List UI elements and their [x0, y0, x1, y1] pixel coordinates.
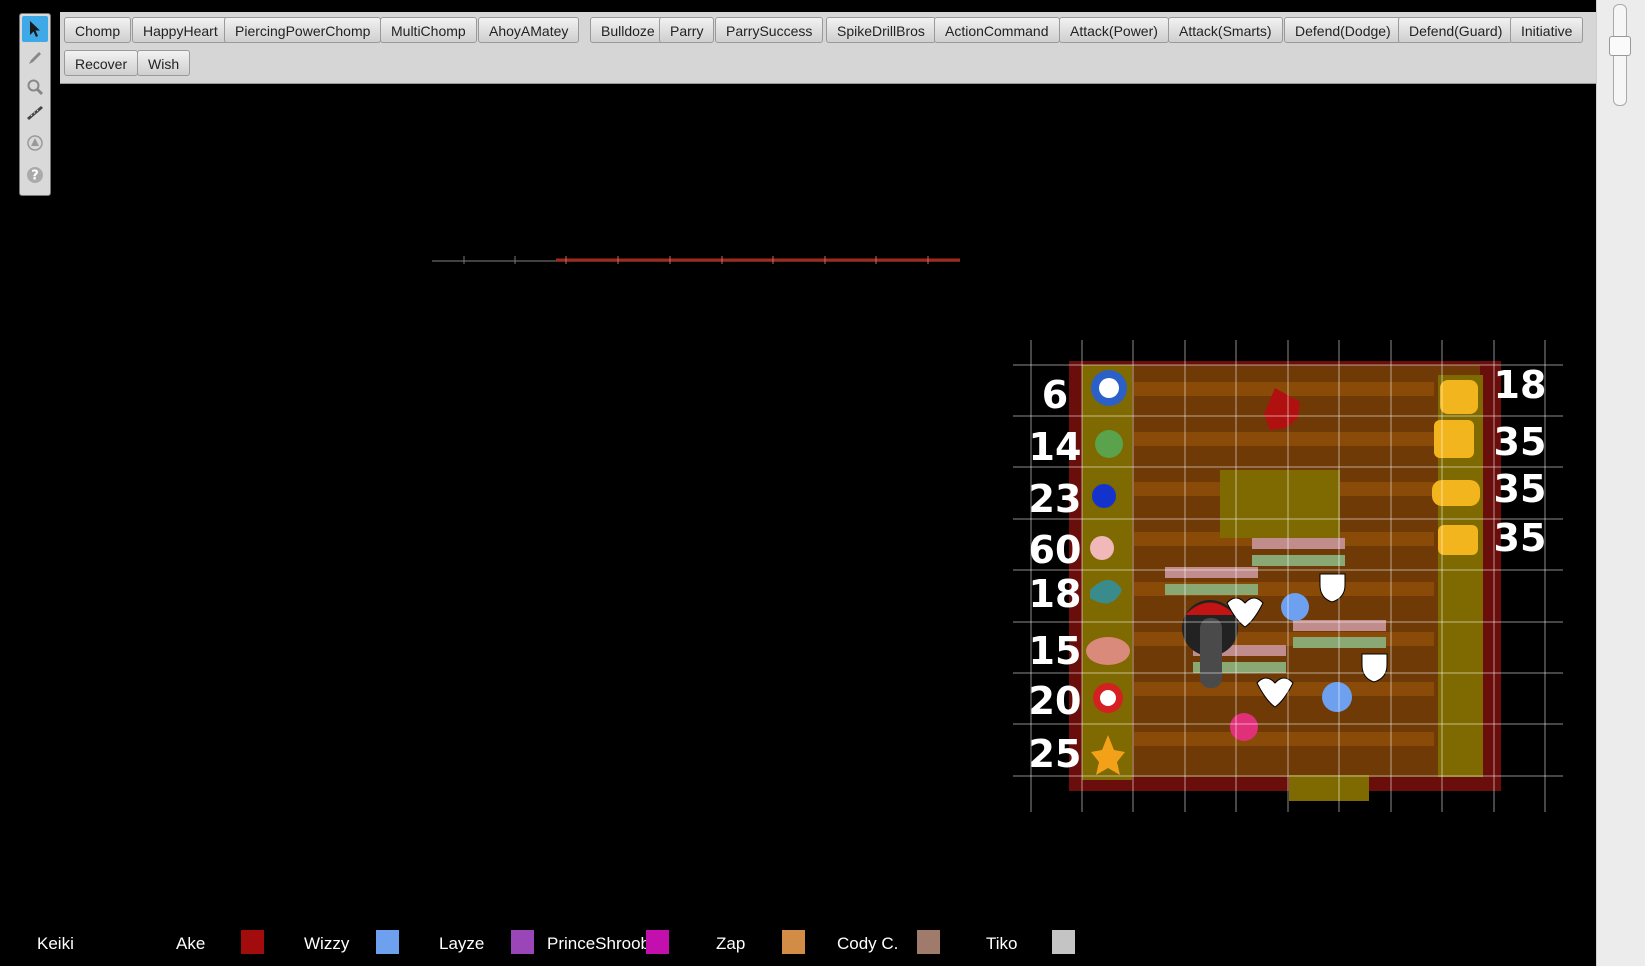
- player-color-swatch: [1052, 930, 1075, 954]
- left-number: 25: [1029, 732, 1082, 776]
- token-worm[interactable]: [1086, 637, 1130, 665]
- player-color-swatch: [376, 930, 399, 954]
- left-number: 6: [1042, 373, 1068, 417]
- measure-line: [432, 256, 960, 264]
- player-name[interactable]: Tiko: [986, 934, 1018, 954]
- center-highlight: [1220, 470, 1340, 538]
- right-number: 35: [1494, 467, 1547, 511]
- player-name[interactable]: Cody C.: [837, 934, 898, 954]
- left-number: 23: [1029, 477, 1082, 521]
- bottom-highlight: [1289, 775, 1369, 801]
- player-color-swatch: [646, 930, 669, 954]
- right-scroll-strip: [1596, 0, 1645, 966]
- left-number: 20: [1029, 679, 1082, 723]
- player-color-swatch: [782, 930, 805, 954]
- battle-map[interactable]: 6 14 23 60 18 15 20 25 18 35 35 35: [1013, 340, 1563, 812]
- left-number-column: 6 14 23 60 18 15 20 25: [1029, 373, 1082, 776]
- player-name[interactable]: Zap: [716, 934, 745, 954]
- left-column-highlight: [1082, 365, 1132, 780]
- token-yellow-glyph-4[interactable]: [1438, 525, 1478, 555]
- left-number: 14: [1029, 425, 1082, 469]
- player-name[interactable]: Layze: [439, 934, 484, 954]
- token-wizard-2[interactable]: [1322, 682, 1352, 712]
- token-pink-toad[interactable]: [1090, 536, 1114, 560]
- zoom-slider-handle[interactable]: [1609, 36, 1631, 56]
- token-yellow-glyph-1[interactable]: [1440, 380, 1478, 414]
- right-number: 35: [1494, 516, 1547, 560]
- right-number-column: 18 35 35 35: [1494, 363, 1547, 560]
- right-number: 35: [1494, 420, 1547, 464]
- token-yellow-glyph-2[interactable]: [1434, 420, 1474, 458]
- token-wizard-1[interactable]: [1281, 593, 1309, 621]
- right-number: 18: [1494, 363, 1547, 407]
- left-number: 60: [1029, 528, 1082, 572]
- token-blue-toad[interactable]: [1092, 484, 1116, 508]
- token-pink-bug[interactable]: [1230, 713, 1258, 741]
- player-color-swatch: [917, 930, 940, 954]
- player-color-swatch: [511, 930, 534, 954]
- player-name[interactable]: Keiki: [37, 934, 74, 954]
- left-number: 18: [1029, 572, 1082, 616]
- token-melon[interactable]: [1095, 430, 1123, 458]
- left-number: 15: [1029, 629, 1082, 673]
- player-name[interactable]: Wizzy: [304, 934, 349, 954]
- player-name[interactable]: Ake: [176, 934, 205, 954]
- player-color-swatch: [241, 930, 264, 954]
- player-list: Keiki Ake Wizzy Layze PrinceShroob Zap C…: [0, 920, 1596, 966]
- player-name[interactable]: PrinceShroob: [547, 934, 650, 954]
- token-yellow-glyph-3[interactable]: [1432, 480, 1480, 506]
- tabletop-canvas[interactable]: 6 14 23 60 18 15 20 25 18 35 35 35: [0, 0, 1596, 920]
